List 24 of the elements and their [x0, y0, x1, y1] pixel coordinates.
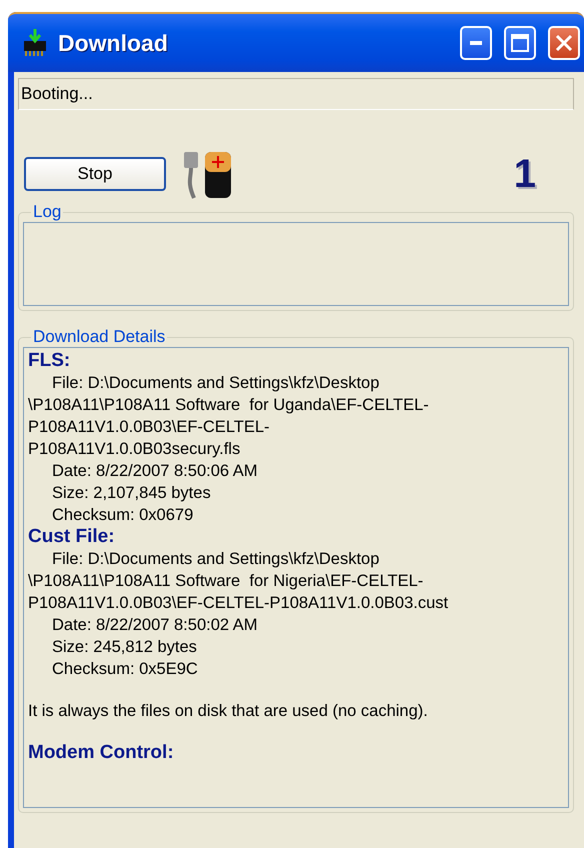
note-text: It is always the files on disk that are used (no caching). [28, 701, 429, 722]
section-heading: Modem Control: [28, 742, 175, 764]
window-title: Download [58, 30, 169, 56]
close-icon [555, 34, 573, 52]
download-details-label: Download Details [32, 327, 166, 347]
counter-number: 1 [514, 152, 536, 196]
log-label: Log [32, 202, 62, 222]
maximize-button[interactable] [504, 26, 536, 60]
minimize-icon [470, 41, 482, 45]
detail-text: Size: 2,107,845 bytes [51, 483, 212, 504]
detail-text: File: D:\Documents and Settings\kfz\Desktop \P108A11\P108A11 Software for Uganda\EF-CELTEL- P108A11V1.0.0B03\EF-CELTEL- P108A11V1.0.0B03secury.fls [28, 373, 430, 460]
detail-text: Date: 8/22/2007 8:50:02 AM [51, 615, 258, 636]
detail-text: Date: 8/22/2007 8:50:06 AM [51, 461, 258, 482]
detail-text: File: D:\Documents and Settings\kfz\Desktop \P108A11\P108A11 Software for Nigeria\EF-CELTEL- P108A11V1.0.0B03\EF-CELTEL-P108A11V1.0.0B03.cust [28, 549, 450, 614]
maximize-icon [511, 34, 529, 52]
minimize-button[interactable] [460, 26, 492, 60]
detail-text: Size: 245,812 bytes [51, 637, 198, 658]
detail-text: Checksum: 0x5E9C [51, 659, 199, 680]
close-button[interactable] [548, 26, 580, 60]
detail-text: Checksum: 0x0679 [51, 505, 194, 526]
section-heading: FLS: [28, 350, 72, 372]
stop-button[interactable]: Stop [24, 157, 166, 191]
status-field: Booting... [18, 78, 574, 110]
section-heading: Cust File: [28, 526, 116, 548]
